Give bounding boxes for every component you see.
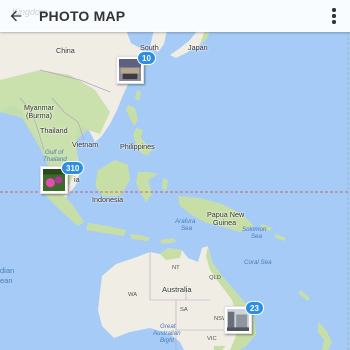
map-label-sa: SA	[180, 307, 188, 313]
photo-count-badge: 310	[61, 161, 85, 175]
map-label-arafura-sea: Sea	[181, 225, 193, 232]
more-vert-icon	[332, 8, 336, 12]
map-label-qld: QLD	[209, 275, 221, 281]
overflow-menu-button[interactable]	[324, 6, 344, 26]
map-label-vic: VIC	[207, 336, 217, 342]
map-label-indian: dian	[0, 266, 15, 275]
arrow-back-icon	[10, 10, 22, 22]
photo-cluster-thailand[interactable]: 310	[40, 161, 90, 200]
map-label-japan: Japan	[188, 43, 208, 52]
map-label-china: China	[56, 46, 75, 55]
map-label-bight: Bight	[160, 337, 175, 344]
map-label-thailand: Thailand	[40, 126, 68, 135]
map-label-nt: NT	[172, 265, 180, 271]
back-button[interactable]	[4, 4, 28, 28]
app-bar: Kingdom PHOTO MAP	[0, 0, 350, 32]
photo-cluster-korea[interactable]: 10	[116, 51, 162, 90]
map-label-australia: Australia	[162, 285, 192, 294]
map-label-ocean: ean	[0, 276, 13, 285]
map-label-solomon-sea: Sea	[251, 233, 263, 240]
map-label-indonesia: Indonesia	[92, 195, 124, 204]
map-label-vietnam: Vietnam	[72, 140, 99, 149]
page-title: PHOTO MAP	[39, 8, 126, 24]
map-label-guinea: Guinea	[213, 218, 237, 227]
photo-cluster-sydney[interactable]: 23	[224, 301, 270, 340]
map-label-burma: (Burma)	[26, 111, 52, 120]
photo-count-badge: 23	[245, 301, 264, 315]
map-label-philippines: Philippines	[120, 142, 155, 151]
map-label-coral-sea: Coral Sea	[244, 259, 272, 266]
map-label-wa: WA	[128, 292, 138, 298]
photo-count-badge: 10	[137, 51, 156, 65]
